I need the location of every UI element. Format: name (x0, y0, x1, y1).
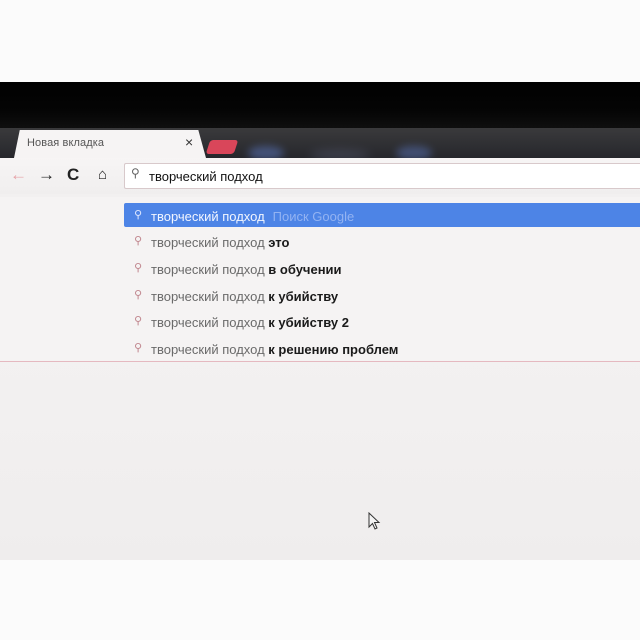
suggestion-item[interactable]: ⚲ творческий подход в обучении (124, 256, 640, 280)
suggestion-query: творческий подход (151, 315, 265, 330)
suggestion-hint: Поиск Google (272, 209, 355, 224)
suggestion-completion: к решению проблем (268, 342, 399, 357)
photo-frame-top (0, 0, 640, 82)
address-bar-text[interactable]: творческий подход (149, 169, 263, 184)
suggestion-query: творческий подход (151, 209, 265, 224)
suggestions-dropdown: ⚲ творческий подход Поиск Google ⚲ творче… (0, 197, 640, 362)
search-icon: ⚲ (134, 289, 143, 301)
search-icon: ⚲ (134, 209, 143, 221)
suggestion-completion: к убийству 2 (268, 315, 349, 330)
search-icon: ⚲ (131, 166, 140, 180)
suggestion-item[interactable]: ⚲ творческий подход Поиск Google (124, 203, 640, 227)
back-arrow-icon[interactable]: ← (10, 166, 27, 184)
suggestion-completion: к убийству (268, 289, 339, 304)
forward-arrow-icon[interactable]: → (38, 166, 55, 184)
close-icon[interactable]: × (185, 135, 193, 149)
photo-frame-bottom (0, 560, 640, 640)
search-icon: ⚲ (134, 235, 143, 247)
suggestion-query: творческий подход (151, 262, 265, 277)
suggestion-query: творческий подход (151, 342, 265, 357)
mouse-cursor-icon (368, 512, 381, 530)
reload-icon[interactable]: C (67, 166, 79, 184)
search-icon: ⚲ (134, 262, 143, 274)
tab-title: Новая вкладка (27, 137, 105, 149)
suggestion-item[interactable]: ⚲ творческий подход к решению проблем (124, 336, 640, 360)
suggestion-item[interactable]: ⚲ творческий подход к убийству (124, 283, 640, 307)
home-icon[interactable]: ⌂ (98, 166, 107, 184)
suggestion-query: творческий подход (151, 235, 265, 250)
monitor-bezel (0, 82, 640, 134)
suggestion-query: творческий подход (151, 289, 265, 304)
new-tab-button[interactable] (205, 140, 239, 154)
search-icon: ⚲ (134, 315, 143, 327)
search-icon: ⚲ (134, 342, 143, 354)
suggestion-item[interactable]: ⚲ творческий подход к убийству 2 (124, 309, 640, 333)
suggestion-item[interactable]: ⚲ творческий подход это (124, 229, 640, 253)
suggestion-completion: в обучении (268, 262, 342, 277)
suggestion-completion: это (268, 235, 290, 250)
